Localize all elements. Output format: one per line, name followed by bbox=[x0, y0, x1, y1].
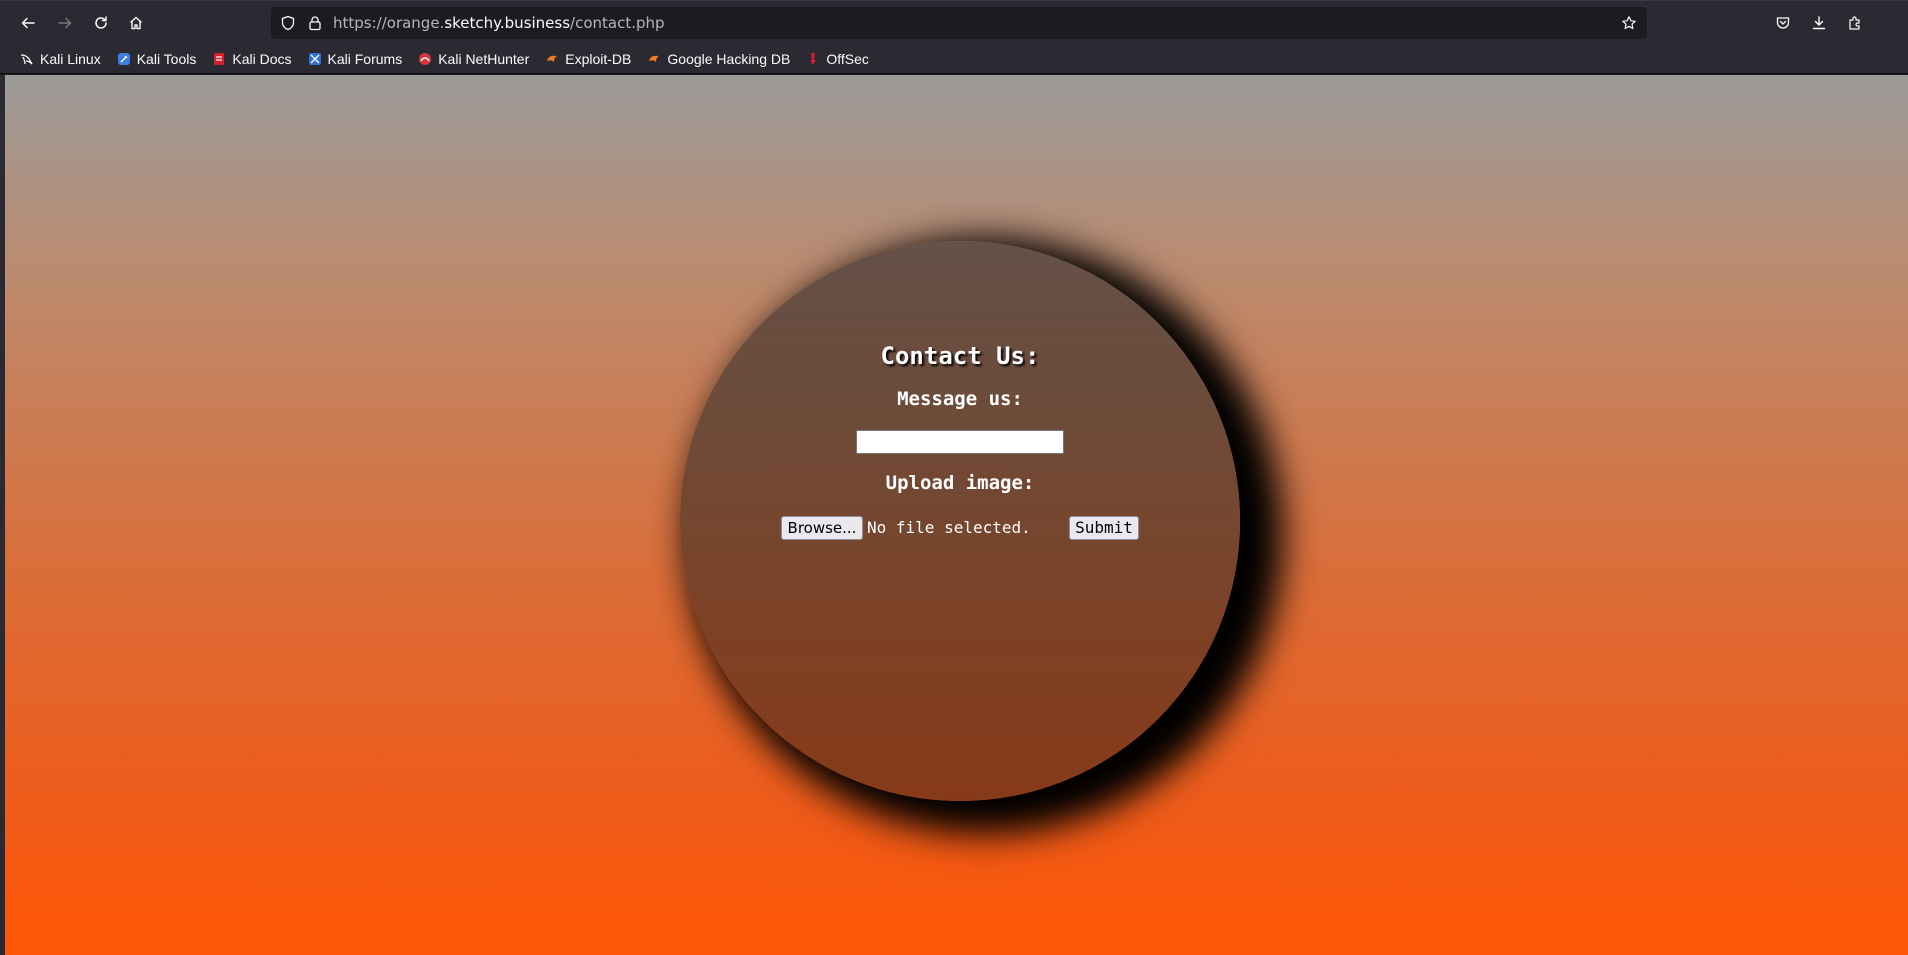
pocket-icon bbox=[1776, 17, 1790, 29]
back-arrow-icon bbox=[21, 17, 35, 29]
bookmark-exploit-db[interactable]: Exploit-DB bbox=[541, 47, 635, 71]
kali-docs-icon bbox=[212, 52, 226, 66]
submit-button[interactable]: Submit bbox=[1069, 516, 1139, 540]
bookmark-label: Exploit-DB bbox=[565, 50, 632, 67]
extensions-icon bbox=[1849, 16, 1860, 30]
page-title: Contact Us: bbox=[880, 342, 1040, 370]
home-icon bbox=[130, 16, 142, 30]
bookmark-label: Google Hacking DB bbox=[667, 50, 791, 67]
forward-button[interactable] bbox=[53, 11, 77, 35]
file-status-text: No file selected. bbox=[867, 518, 1031, 537]
download-icon bbox=[1812, 16, 1826, 30]
bookmark-label: Kali Forums bbox=[327, 50, 403, 67]
bookmark-label: Kali Docs bbox=[232, 50, 292, 67]
extensions-button[interactable] bbox=[1843, 11, 1867, 35]
bookmarks-toolbar: Kali Linux Kali Tools Kali Docs Kali For… bbox=[0, 44, 1908, 74]
bookmark-google-hacking-db[interactable]: Google Hacking DB bbox=[643, 47, 794, 71]
browse-button[interactable]: Browse... bbox=[781, 516, 863, 540]
lock-icon[interactable] bbox=[307, 15, 323, 31]
downloads-button[interactable] bbox=[1807, 11, 1831, 35]
offsec-icon bbox=[806, 52, 820, 66]
reload-icon bbox=[95, 16, 107, 29]
kali-dragon-icon bbox=[20, 52, 34, 66]
shield-icon[interactable] bbox=[280, 15, 296, 31]
bookmark-kali-linux[interactable]: Kali Linux bbox=[16, 47, 105, 71]
bookmark-kali-tools[interactable]: Kali Tools bbox=[113, 47, 201, 71]
url-path: /contact.php bbox=[570, 14, 665, 32]
message-label: Message us: bbox=[897, 388, 1023, 410]
page-viewport: Contact Us: Message us: Upload image: Br… bbox=[0, 75, 1908, 955]
sidebar-edge bbox=[0, 75, 5, 955]
reload-button[interactable] bbox=[89, 11, 113, 35]
ghdb-icon bbox=[647, 52, 661, 66]
bookmark-label: Kali Tools bbox=[136, 50, 197, 67]
upload-label: Upload image: bbox=[885, 472, 1035, 494]
url-prefix: https://orange. bbox=[333, 14, 445, 32]
exploit-db-icon bbox=[545, 52, 559, 66]
forward-arrow-icon bbox=[58, 17, 72, 29]
home-button[interactable] bbox=[124, 11, 148, 35]
bookmark-kali-nethunter[interactable]: Kali NetHunter bbox=[414, 47, 533, 71]
browser-toolbar: https://orange.sketchy.business/contact.… bbox=[0, 0, 1908, 44]
back-button[interactable] bbox=[16, 11, 40, 35]
bookmark-kali-docs[interactable]: Kali Docs bbox=[208, 47, 295, 71]
kali-tools-icon bbox=[117, 52, 131, 66]
url-host: sketchy.business bbox=[444, 14, 571, 32]
star-icon[interactable] bbox=[1621, 15, 1637, 31]
message-input[interactable] bbox=[856, 430, 1064, 454]
pocket-button[interactable] bbox=[1771, 11, 1795, 35]
kali-forums-icon bbox=[308, 52, 322, 66]
bookmark-offsec[interactable]: OffSec bbox=[802, 47, 873, 71]
bookmark-label: Kali NetHunter bbox=[438, 50, 530, 67]
url-bar[interactable]: https://orange.sketchy.business/contact.… bbox=[271, 7, 1647, 39]
url-text[interactable]: https://orange.sketchy.business/contact.… bbox=[333, 14, 665, 32]
bookmark-kali-forums[interactable]: Kali Forums bbox=[304, 47, 407, 71]
bookmark-label: Kali Linux bbox=[40, 50, 101, 67]
nethunter-icon bbox=[418, 52, 432, 66]
bookmark-label: OffSec bbox=[826, 50, 869, 67]
